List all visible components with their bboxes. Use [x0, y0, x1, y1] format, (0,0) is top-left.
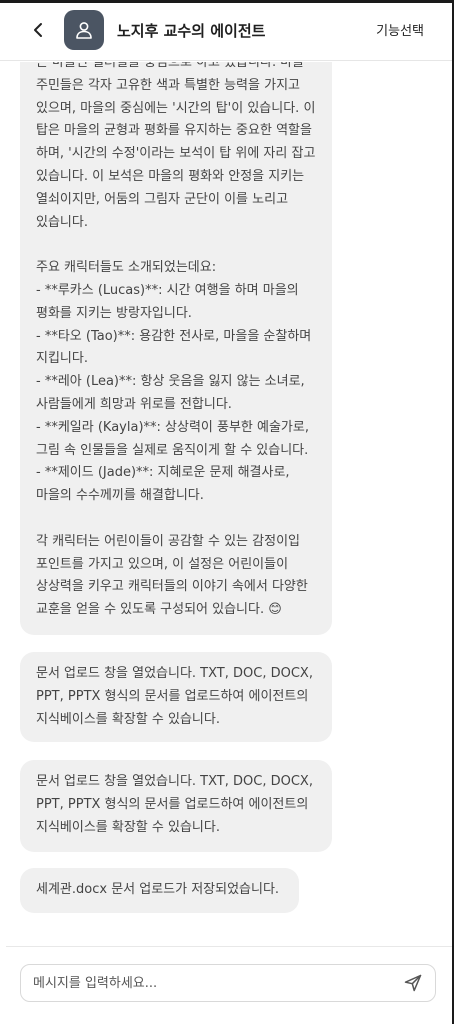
message-composer	[20, 964, 436, 1002]
agent-message: 문서 업로드 창을 열었습니다. TXT, DOC, DOCX, PPT, PP…	[20, 760, 332, 852]
back-button[interactable]	[24, 15, 52, 45]
agent-message: 세계관.docx 문서 업로드가 저장되었습니다.	[20, 868, 299, 913]
chat-header: 노지후 교수의 에이전트 기능선택	[0, 3, 454, 61]
message-list[interactable]: 는 마을인 컬러힐을 중심으로 하고 있습니다. 마을 주민들은 각자 고유한 …	[0, 62, 454, 944]
send-button[interactable]	[403, 973, 423, 993]
agent-avatar	[64, 10, 104, 50]
agent-message: 는 마을인 컬러힐을 중심으로 하고 있습니다. 마을 주민들은 각자 고유한 …	[20, 62, 332, 635]
message-input[interactable]	[33, 965, 383, 1001]
agent-message: 문서 업로드 창을 열었습니다. TXT, DOC, DOCX, PPT, PP…	[20, 652, 332, 742]
user-icon	[76, 22, 92, 39]
page-title: 노지후 교수의 에이전트	[117, 22, 266, 40]
feature-select-button[interactable]: 기능선택	[376, 20, 424, 39]
composer-divider	[6, 946, 452, 947]
send-icon	[404, 974, 422, 992]
chevron-left-icon	[34, 23, 42, 37]
